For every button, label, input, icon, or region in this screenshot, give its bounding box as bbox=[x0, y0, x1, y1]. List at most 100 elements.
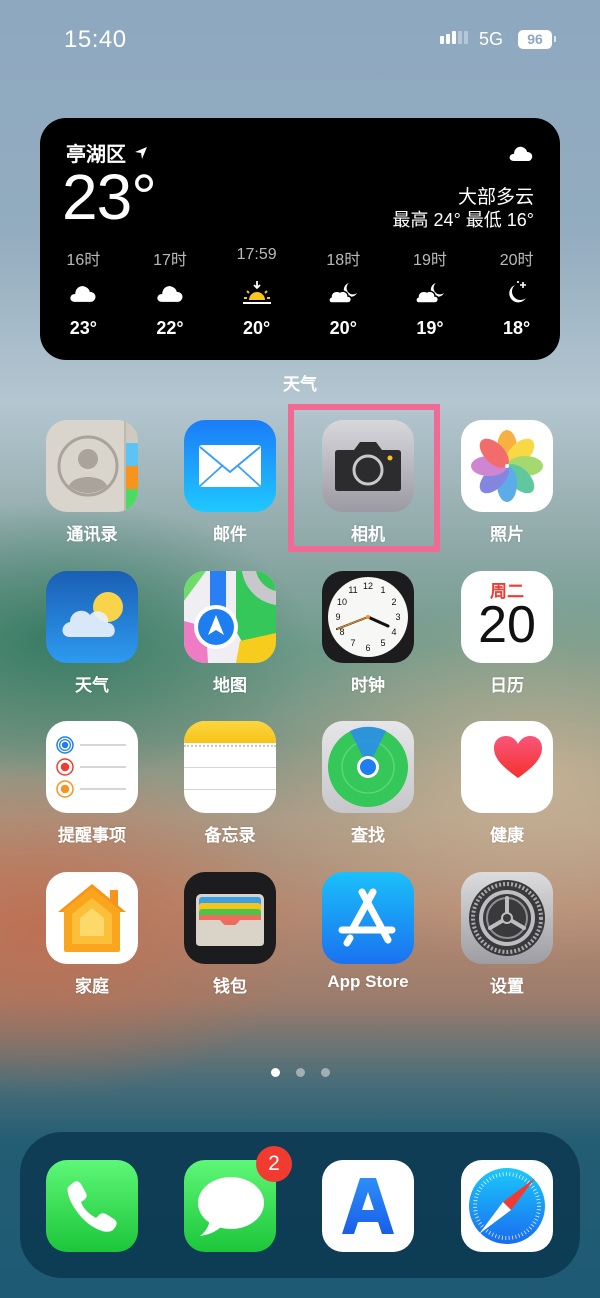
svg-text:1: 1 bbox=[380, 585, 385, 595]
hourly-time: 20时 bbox=[499, 252, 534, 269]
status-bar: 15:40 5G 96 bbox=[0, 0, 600, 80]
app-maps[interactable]: 地图 bbox=[180, 571, 280, 696]
weather-widget[interactable]: 亭湖区 23° 大部多云 最高 24° 最低 16° 16时 23° 17时 2… bbox=[40, 118, 560, 360]
appstore-icon bbox=[322, 872, 414, 964]
clock-icon: 12 1 2 345 678 9 10 11 bbox=[322, 571, 414, 663]
hourly-temp: 20° bbox=[243, 318, 271, 338]
app-label: 时钟 bbox=[351, 676, 385, 695]
notes-icon bbox=[184, 721, 276, 813]
weather-condition: 大部多云 bbox=[457, 187, 534, 208]
app-clock[interactable]: 12 1 2 345 678 9 10 11 时钟 bbox=[318, 571, 418, 696]
cloud-icon bbox=[127, 268, 214, 318]
app-wallet[interactable]: 钱包 bbox=[180, 872, 280, 997]
app-label: 提醒事项 bbox=[58, 826, 126, 845]
moon-stars-icon bbox=[473, 268, 560, 318]
home-icon bbox=[46, 872, 138, 964]
messages-icon: 2 bbox=[184, 1146, 292, 1252]
app-appstore[interactable]: App Store bbox=[318, 872, 418, 992]
app-label: 天气 bbox=[75, 676, 109, 695]
app-label: 照片 bbox=[490, 525, 524, 544]
hourly-time: 17:59 bbox=[236, 246, 277, 263]
notification-badge: 2 bbox=[256, 1146, 292, 1182]
svg-text:4: 4 bbox=[391, 627, 396, 637]
app-label: 查找 bbox=[351, 826, 385, 845]
dock-app-messages[interactable]: 2 bbox=[184, 1146, 292, 1252]
svg-text:11: 11 bbox=[348, 585, 357, 595]
photos-icon bbox=[461, 420, 553, 512]
battery-icon: 96 bbox=[518, 30, 552, 49]
cloud-moon-icon bbox=[387, 268, 474, 318]
app-findmy[interactable]: 查找 bbox=[318, 721, 418, 846]
hourly-temp: 22° bbox=[156, 318, 184, 338]
app-label: 设置 bbox=[490, 977, 524, 996]
svg-text:6: 6 bbox=[365, 643, 370, 653]
dock-app-translate[interactable] bbox=[322, 1160, 414, 1252]
maps-icon bbox=[184, 571, 276, 663]
page-indicator[interactable] bbox=[0, 1068, 600, 1077]
hourly-item: 18时 20° bbox=[300, 246, 387, 339]
reminders-icon bbox=[46, 721, 138, 813]
cloud-icon bbox=[40, 268, 127, 318]
calendar-icon: 周二 20 bbox=[461, 571, 553, 663]
hourly-item: 17时 22° bbox=[127, 246, 214, 339]
hourly-temp: 18° bbox=[502, 318, 531, 338]
letter-a-app-icon bbox=[322, 1160, 414, 1252]
app-reminders[interactable]: 提醒事项 bbox=[42, 721, 142, 846]
svg-text:7: 7 bbox=[350, 638, 355, 648]
app-home[interactable]: 家庭 bbox=[42, 872, 142, 997]
svg-text:2: 2 bbox=[391, 597, 396, 607]
status-time: 15:40 bbox=[64, 26, 127, 53]
cloud-moon-icon bbox=[300, 268, 387, 318]
app-calendar[interactable]: 周二 20 日历 bbox=[457, 571, 557, 696]
hourly-time: 17时 bbox=[153, 252, 187, 269]
hourly-time: 19时 bbox=[413, 252, 447, 269]
app-notes[interactable]: 备忘录 bbox=[180, 721, 280, 846]
app-health[interactable]: 健康 bbox=[457, 721, 557, 846]
battery-nub bbox=[554, 36, 556, 42]
app-label: 钱包 bbox=[213, 977, 247, 996]
page-dot-2[interactable] bbox=[295, 1068, 305, 1077]
weather-current-temp: 23° bbox=[62, 161, 157, 233]
app-label: App Store bbox=[327, 972, 409, 991]
svg-text:10: 10 bbox=[337, 597, 347, 607]
app-label: 备忘录 bbox=[204, 826, 256, 845]
phone-icon bbox=[46, 1160, 138, 1252]
location-arrow-icon bbox=[135, 146, 147, 159]
page-dot-3[interactable] bbox=[320, 1068, 330, 1077]
sunset-icon bbox=[213, 268, 300, 318]
app-settings[interactable]: 设置 bbox=[457, 872, 557, 997]
app-weather[interactable]: 天气 bbox=[42, 571, 142, 696]
page-dot-1[interactable] bbox=[270, 1068, 280, 1077]
hourly-temp: 23° bbox=[69, 318, 97, 338]
contacts-icon bbox=[46, 420, 138, 512]
hourly-temp: 20° bbox=[329, 318, 357, 338]
weather-high-low: 最高 24° 最低 16° bbox=[392, 210, 534, 230]
hourly-item: 17:59 20° bbox=[213, 246, 300, 339]
hourly-item: 20时 18° bbox=[473, 246, 560, 339]
hourly-time: 16时 bbox=[66, 252, 101, 269]
app-mail[interactable]: 邮件 bbox=[180, 420, 280, 545]
health-icon bbox=[461, 721, 553, 813]
signal-strength-icon bbox=[440, 31, 468, 44]
safari-compass-icon bbox=[461, 1160, 553, 1252]
hourly-item: 16时 23° bbox=[40, 246, 127, 339]
app-label: 邮件 bbox=[213, 525, 247, 544]
hourly-item: 19时 19° bbox=[387, 246, 474, 339]
svg-text:3: 3 bbox=[395, 612, 400, 622]
dock-app-phone[interactable] bbox=[46, 1160, 138, 1252]
app-label: 家庭 bbox=[75, 977, 109, 996]
weather-widget-label: 天气 bbox=[283, 375, 317, 394]
app-contacts[interactable]: 通讯录 bbox=[42, 420, 142, 545]
wallet-icon bbox=[184, 872, 276, 964]
weather-icon bbox=[46, 571, 138, 663]
highlight-box bbox=[288, 404, 440, 552]
settings-gear-icon bbox=[461, 872, 553, 964]
mail-icon bbox=[184, 420, 276, 512]
dock-app-safari[interactable] bbox=[461, 1160, 553, 1252]
app-photos[interactable]: 照片 bbox=[457, 420, 557, 545]
svg-text:9: 9 bbox=[335, 612, 340, 622]
app-label: 日历 bbox=[490, 676, 524, 695]
app-label: 地图 bbox=[213, 676, 247, 695]
calendar-day: 20 bbox=[478, 596, 536, 654]
app-label: 通讯录 bbox=[66, 525, 118, 544]
